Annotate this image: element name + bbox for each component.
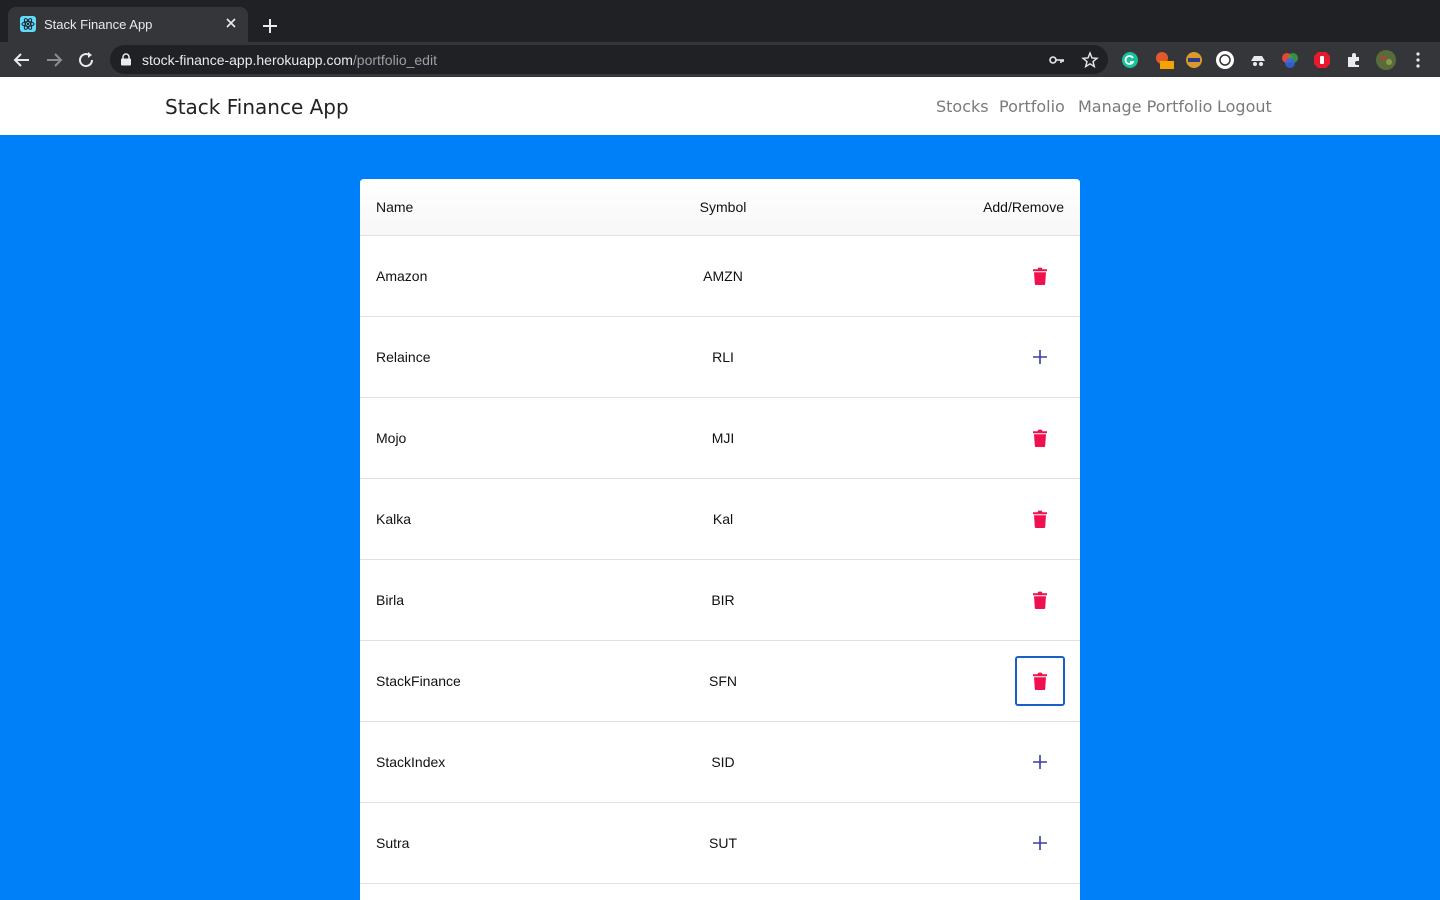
text-extension-icon[interactable] (1184, 50, 1204, 70)
tab-title: Stack Finance App (44, 17, 153, 32)
lock-icon (121, 53, 131, 66)
remove-stock-button[interactable] (1015, 575, 1065, 625)
stock-name: Birla (376, 592, 405, 608)
react-favicon-icon (20, 16, 36, 32)
table-row: StackIndex SID (360, 722, 1080, 803)
url-text: stock-finance-app.herokuapp.com/portfoli… (142, 52, 437, 68)
nav-link-portfolio[interactable]: Portfolio (999, 97, 1065, 116)
trash-icon (1033, 267, 1047, 285)
back-arrow-icon[interactable] (11, 49, 33, 71)
stock-symbol: MJI (711, 430, 735, 446)
stock-symbol: SFN (709, 673, 737, 689)
key-icon[interactable] (1048, 51, 1066, 69)
add-stock-button[interactable] (1015, 737, 1065, 787)
profile-avatar-icon[interactable] (1376, 50, 1396, 70)
add-stock-button[interactable] (1015, 332, 1065, 382)
trash-icon (1033, 510, 1047, 528)
plus-icon (1033, 350, 1047, 364)
table-row: Birla BIR (360, 560, 1080, 641)
stock-symbol: BIR (711, 592, 735, 608)
spy-extension-icon[interactable] (1248, 50, 1268, 70)
brand-logo[interactable]: Stack Finance App (165, 95, 349, 119)
circle-extension-icon[interactable] (1215, 50, 1235, 70)
table-row: Kalka Kal (360, 479, 1080, 560)
extensions-puzzle-icon[interactable] (1344, 50, 1364, 70)
table-row: Amazon AMZN (360, 236, 1080, 317)
reload-icon[interactable] (75, 49, 97, 71)
grammarly-extension-icon[interactable] (1120, 50, 1140, 70)
stock-name: StackIndex (376, 754, 446, 770)
remove-stock-button[interactable] (1015, 494, 1065, 544)
stock-symbol: RLI (712, 349, 734, 365)
browser-tab-bar: Stack Finance App (0, 0, 1440, 42)
table-row: Relaince RLI (360, 317, 1080, 398)
column-header-name: Name (376, 199, 414, 215)
plus-icon (1033, 755, 1047, 769)
nav-link-logout[interactable]: Logout (1217, 97, 1272, 116)
address-bar[interactable]: stock-finance-app.herokuapp.com/portfoli… (110, 45, 1108, 74)
close-tab-icon[interactable] (222, 14, 240, 32)
app-navbar: Stack Finance App Stocks Portfolio Manag… (0, 77, 1440, 135)
table-header: Name Symbol Add/Remove (360, 179, 1080, 236)
portfolio-table-card: Name Symbol Add/Remove Amazon AMZN Relainc… (360, 179, 1080, 900)
color-picker-extension-icon[interactable] (1280, 50, 1300, 70)
stock-name: Relaince (376, 349, 431, 365)
forward-arrow-icon[interactable] (43, 49, 65, 71)
stock-symbol: AMZN (703, 268, 743, 284)
stock-name: Mojo (376, 430, 407, 446)
stock-name: Sutra (376, 835, 410, 851)
trash-icon (1033, 672, 1047, 690)
browser-toolbar: stock-finance-app.herokuapp.com/portfoli… (0, 42, 1440, 77)
column-header-symbol: Symbol (699, 199, 747, 215)
stock-name: Kalka (376, 511, 412, 527)
bookmark-star-icon[interactable] (1081, 51, 1099, 69)
nav-link-manage-portfolio[interactable]: Manage Portfolio (1078, 97, 1212, 116)
trash-icon (1033, 429, 1047, 447)
stock-name: Amazon (376, 268, 428, 284)
adblock-extension-icon[interactable] (1312, 50, 1332, 70)
stock-symbol: SUT (709, 835, 737, 851)
more-menu-icon[interactable] (1408, 50, 1428, 70)
browser-tab[interactable]: Stack Finance App (8, 7, 248, 42)
column-header-add-remove: Add/Remove (983, 199, 1064, 215)
table-row: Mojo MJI (360, 398, 1080, 479)
nav-link-stocks[interactable]: Stocks (936, 97, 989, 116)
off-extension-icon[interactable] (1154, 50, 1174, 70)
remove-stock-button[interactable] (1015, 251, 1065, 301)
table-row: StackFinance SFN (360, 641, 1080, 722)
remove-stock-button[interactable] (1015, 413, 1065, 463)
add-stock-button[interactable] (1015, 818, 1065, 868)
trash-icon (1033, 591, 1047, 609)
new-tab-icon[interactable] (258, 14, 282, 38)
remove-stock-button[interactable] (1015, 656, 1065, 706)
stock-name: StackFinance (376, 673, 461, 689)
table-row: Sutra SUT (360, 803, 1080, 884)
stock-symbol: Kal (712, 511, 734, 527)
plus-icon (1033, 836, 1047, 850)
stock-symbol: SID (711, 754, 735, 770)
